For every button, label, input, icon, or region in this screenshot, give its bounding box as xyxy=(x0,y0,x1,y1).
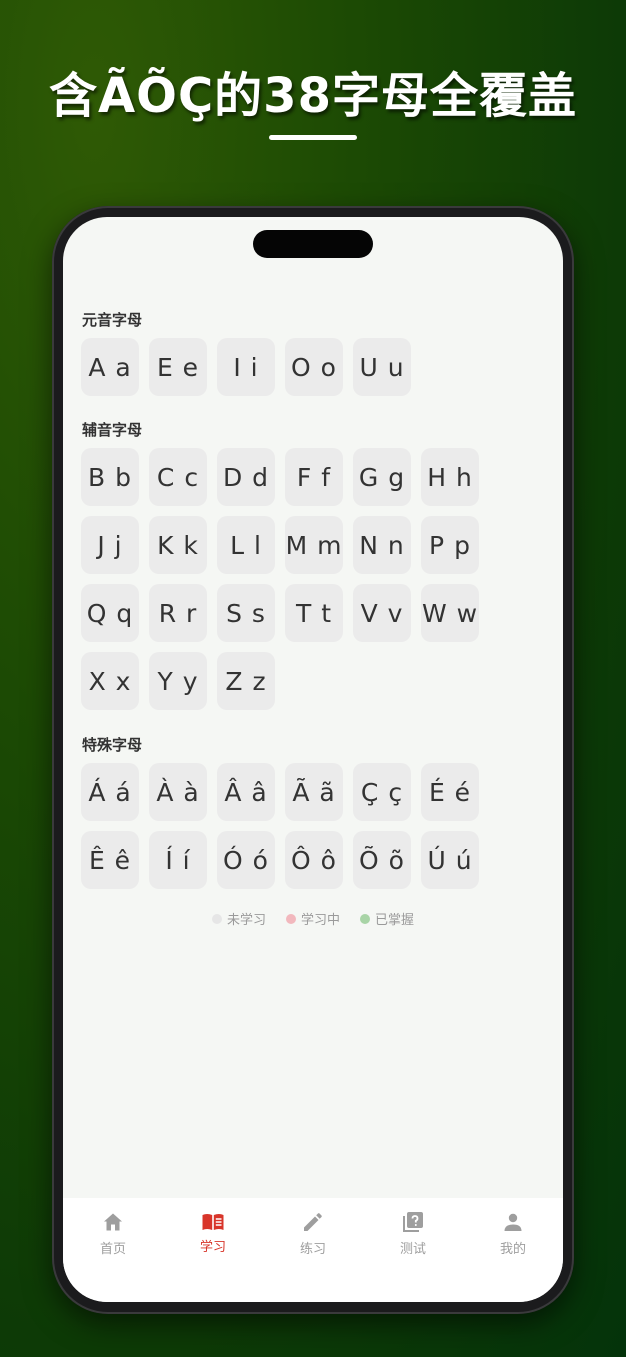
letter-tile[interactable]: Ã ã xyxy=(285,763,343,821)
letter-tile[interactable]: Â â xyxy=(217,763,275,821)
promo-underline xyxy=(269,135,357,140)
letter-tile[interactable]: O o xyxy=(285,338,343,396)
bottom-tab-bar: 首页 学习 练习 测试 我的 xyxy=(63,1198,563,1302)
tab-practice[interactable]: 练习 xyxy=(263,1198,363,1302)
letter-tile[interactable]: I i xyxy=(217,338,275,396)
tab-label: 练习 xyxy=(299,1242,326,1257)
legend-label: 未学习 xyxy=(226,913,266,928)
legend-label: 学习中 xyxy=(300,913,340,928)
letter-tile[interactable]: É é xyxy=(421,763,479,821)
tab-home[interactable]: 首页 xyxy=(63,1198,163,1302)
legend-dot-learning xyxy=(285,913,296,924)
letter-tile[interactable]: Á á xyxy=(81,763,139,821)
status-legend: 未学习 学习中 已掌握 xyxy=(63,909,563,928)
letter-tile[interactable]: F f xyxy=(285,448,343,506)
legend-item-mastered: 已掌握 xyxy=(360,909,414,928)
letter-tile[interactable]: A a xyxy=(81,338,139,396)
book-icon xyxy=(202,1214,224,1230)
consonant-grid: B b C c D d F f G g H h J j K k L l M m … xyxy=(81,448,491,710)
section-title-special: 特殊字母 xyxy=(82,736,143,754)
pencil-icon xyxy=(304,1213,322,1231)
letter-tile[interactable]: Z z xyxy=(217,652,275,710)
letter-tile[interactable]: Õ õ xyxy=(353,831,411,889)
letter-tile[interactable]: U u xyxy=(353,338,411,396)
letter-tile[interactable]: C c xyxy=(149,448,207,506)
letter-tile[interactable]: Ú ú xyxy=(421,831,479,889)
tab-study[interactable]: 学习 xyxy=(163,1198,263,1302)
letter-tile[interactable]: G g xyxy=(353,448,411,506)
letter-tile[interactable]: L l xyxy=(217,516,275,574)
letter-tile[interactable]: P p xyxy=(421,516,479,574)
tab-label: 学习 xyxy=(199,1240,226,1255)
letter-tile[interactable]: M m xyxy=(285,516,343,574)
letter-tile[interactable]: K k xyxy=(149,516,207,574)
letter-tile[interactable]: R r xyxy=(149,584,207,642)
letter-tile[interactable]: J j xyxy=(81,516,139,574)
quiz-icon xyxy=(403,1212,423,1232)
letter-tile[interactable]: Ç ç xyxy=(353,763,411,821)
letter-tile[interactable]: À à xyxy=(149,763,207,821)
letter-tile[interactable]: D d xyxy=(217,448,275,506)
legend-item-learning: 学习中 xyxy=(285,909,340,928)
special-grid: Á á À à Â â Ã ã Ç ç É é Ê ê Í í Ó ó Ô ô … xyxy=(81,763,491,889)
dynamic-island xyxy=(253,230,373,258)
tab-label: 我的 xyxy=(499,1242,526,1257)
letter-tile[interactable]: Ô ô xyxy=(285,831,343,889)
letter-tile[interactable]: Q q xyxy=(81,584,139,642)
legend-dot-mastered xyxy=(360,913,370,924)
section-title-consonants: 辅音字母 xyxy=(82,421,143,439)
legend-item-unlearned: 未学习 xyxy=(211,909,266,928)
legend-label: 已掌握 xyxy=(375,913,415,928)
person-icon xyxy=(504,1213,522,1231)
tab-test[interactable]: 测试 xyxy=(363,1198,463,1302)
letter-tile[interactable]: T t xyxy=(285,584,343,642)
letter-tile[interactable]: Ê ê xyxy=(81,831,139,889)
letter-tile[interactable]: N n xyxy=(353,516,411,574)
home-icon xyxy=(104,1213,122,1231)
tab-label: 测试 xyxy=(399,1242,426,1257)
letter-tile[interactable]: Y y xyxy=(149,652,207,710)
letter-tile[interactable]: S s xyxy=(217,584,275,642)
letter-tile[interactable]: W w xyxy=(421,584,479,642)
vowel-grid: A a E e I i O o U u xyxy=(81,338,491,396)
app-screen: 元音字母 A a E e I i O o U u 辅音字母 B b C c D … xyxy=(63,217,563,1302)
letter-tile[interactable]: X x xyxy=(81,652,139,710)
legend-dot-unlearned xyxy=(211,913,222,924)
promo-title: 含ÃÕÇ的38字母全覆盖 xyxy=(49,68,577,124)
tab-profile[interactable]: 我的 xyxy=(463,1198,563,1302)
letter-tile[interactable]: V v xyxy=(353,584,411,642)
letter-tile[interactable]: B b xyxy=(81,448,139,506)
letter-tile[interactable]: H h xyxy=(421,448,479,506)
letter-tile[interactable]: Ó ó xyxy=(217,831,275,889)
section-title-vowels: 元音字母 xyxy=(82,311,143,329)
letter-tile[interactable]: E e xyxy=(149,338,207,396)
letter-tile[interactable]: Í í xyxy=(149,831,207,889)
tab-label: 首页 xyxy=(99,1242,126,1257)
